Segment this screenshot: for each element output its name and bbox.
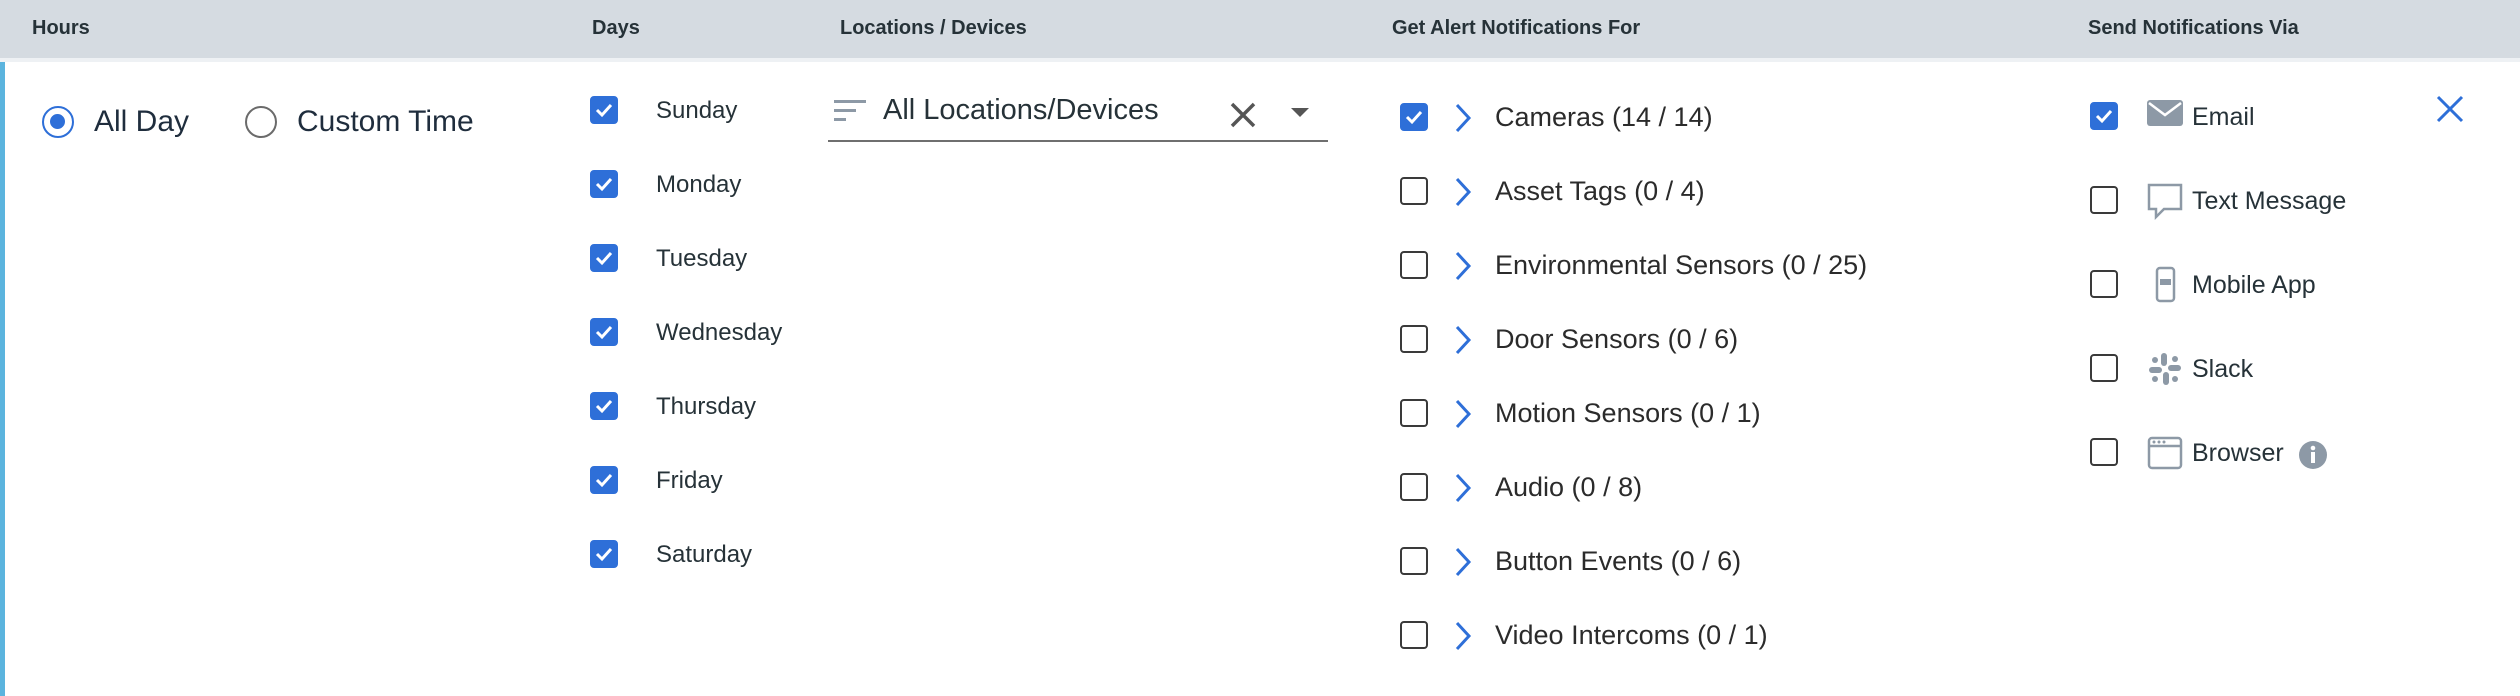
day-row-friday[interactable]: Friday [590,466,810,496]
header-bar: Hours Days Locations / Devices Get Alert… [0,0,2520,58]
alert-checkbox[interactable] [1400,621,1428,649]
radio-all-day-circle[interactable] [42,106,74,138]
header-separator [0,58,2520,62]
chevron-right-icon[interactable] [1454,324,1472,361]
day-row-saturday[interactable]: Saturday [590,540,810,570]
day-label[interactable]: Saturday [656,541,752,569]
chevron-right-icon[interactable] [1454,620,1472,657]
chevron-right-icon[interactable] [1454,472,1472,509]
header-alerts: Get Alert Notifications For [1392,17,1641,39]
alert-label: Audio (0 / 8) [1495,472,1643,502]
via-label: Slack [2192,355,2254,383]
header-days: Days [592,17,640,39]
alert-row[interactable]: Button Events (0 / 6) [1400,546,2000,580]
day-label[interactable]: Monday [656,171,741,199]
browser-icon [2146,434,2184,477]
day-row-sunday[interactable]: Sunday [590,96,810,126]
day-row-tuesday[interactable]: Tuesday [590,244,810,274]
slack-icon [2146,350,2184,393]
alert-label: Motion Sensors (0 / 1) [1495,398,1761,428]
chevron-right-icon[interactable] [1454,250,1472,287]
day-checkbox[interactable] [590,170,618,198]
via-row-browser[interactable]: Browser [2090,436,2430,476]
radio-custom-time-circle[interactable] [245,106,277,138]
alert-checkbox[interactable] [1400,251,1428,279]
via-checkbox[interactable] [2090,354,2118,382]
alert-row[interactable]: Door Sensors (0 / 6) [1400,324,2000,358]
day-label[interactable]: Sunday [656,97,737,125]
info-icon[interactable] [2298,440,2328,475]
mobile-icon [2146,266,2184,309]
alert-checkbox[interactable] [1400,325,1428,353]
via-row-email[interactable]: Email [2090,100,2430,140]
alert-checkbox[interactable] [1400,177,1428,205]
header-locations: Locations / Devices [840,17,1027,39]
day-checkbox[interactable] [590,244,618,272]
email-icon [2146,98,2184,133]
header-via: Send Notifications Via [2088,17,2299,39]
alert-row[interactable]: Video Intercoms (0 / 1) [1400,620,2000,654]
row-accent-bar [0,62,5,696]
alert-label: Environmental Sensors (0 / 25) [1495,250,1868,280]
via-label: Text Message [2192,187,2347,215]
alert-row[interactable]: Asset Tags (0 / 4) [1400,176,2000,210]
alert-row[interactable]: Environmental Sensors (0 / 25) [1400,250,2000,284]
via-checkbox[interactable] [2090,270,2118,298]
message-icon [2146,182,2184,225]
radio-all-day-label[interactable]: All Day [94,105,189,139]
via-row-slack[interactable]: Slack [2090,352,2430,392]
alert-label: Video Intercoms (0 / 1) [1495,620,1768,650]
alert-label: Asset Tags (0 / 4) [1495,176,1705,206]
locations-underline [828,140,1328,142]
day-label[interactable]: Tuesday [656,245,747,273]
chevron-right-icon[interactable] [1454,102,1472,139]
via-row-mobile-app[interactable]: Mobile App [2090,266,2430,309]
chevron-right-icon[interactable] [1454,176,1472,213]
alert-checkbox[interactable] [1400,473,1428,501]
via-label: Email [2192,103,2255,131]
day-row-monday[interactable]: Monday [590,170,810,200]
day-label[interactable]: Friday [656,467,723,495]
alert-row[interactable]: Motion Sensors (0 / 1) [1400,398,2000,432]
alert-checkbox[interactable] [1400,547,1428,575]
radio-custom-time[interactable]: Custom Time [245,105,485,146]
day-checkbox[interactable] [590,96,618,124]
chevron-right-icon[interactable] [1454,546,1472,583]
locations-select[interactable]: All Locations/Devices [828,86,1328,142]
header-hours: Hours [32,17,90,39]
clear-icon[interactable] [1228,100,1258,130]
alert-checkbox[interactable] [1400,103,1428,131]
day-row-wednesday[interactable]: Wednesday [590,318,810,348]
via-label: Browser [2192,439,2284,467]
radio-all-day[interactable]: All Day [42,105,212,146]
day-row-thursday[interactable]: Thursday [590,392,810,422]
day-checkbox[interactable] [590,392,618,420]
locations-value: All Locations/Devices [883,94,1159,126]
day-checkbox[interactable] [590,466,618,494]
day-checkbox[interactable] [590,540,618,568]
filter-icon [834,100,866,121]
day-label[interactable]: Thursday [656,393,756,421]
alert-label: Door Sensors (0 / 6) [1495,324,1739,354]
via-label: Mobile App [2192,271,2316,299]
day-checkbox[interactable] [590,318,618,346]
alert-row[interactable]: Audio (0 / 8) [1400,472,2000,506]
radio-custom-time-label[interactable]: Custom Time [297,105,474,139]
chevron-right-icon[interactable] [1454,398,1472,435]
alert-label: Cameras (14 / 14) [1495,102,1713,132]
alert-checkbox[interactable] [1400,399,1428,427]
alert-row[interactable]: Cameras (14 / 14) [1400,102,2000,136]
alert-label: Button Events (0 / 6) [1495,546,1742,576]
close-icon[interactable] [2435,94,2465,124]
day-label[interactable]: Wednesday [656,319,782,347]
via-checkbox[interactable] [2090,438,2118,466]
dropdown-arrow-icon[interactable] [1290,106,1310,120]
via-row-text-message[interactable]: Text Message [2090,182,2430,225]
via-checkbox[interactable] [2090,186,2118,214]
via-checkbox[interactable] [2090,102,2118,130]
